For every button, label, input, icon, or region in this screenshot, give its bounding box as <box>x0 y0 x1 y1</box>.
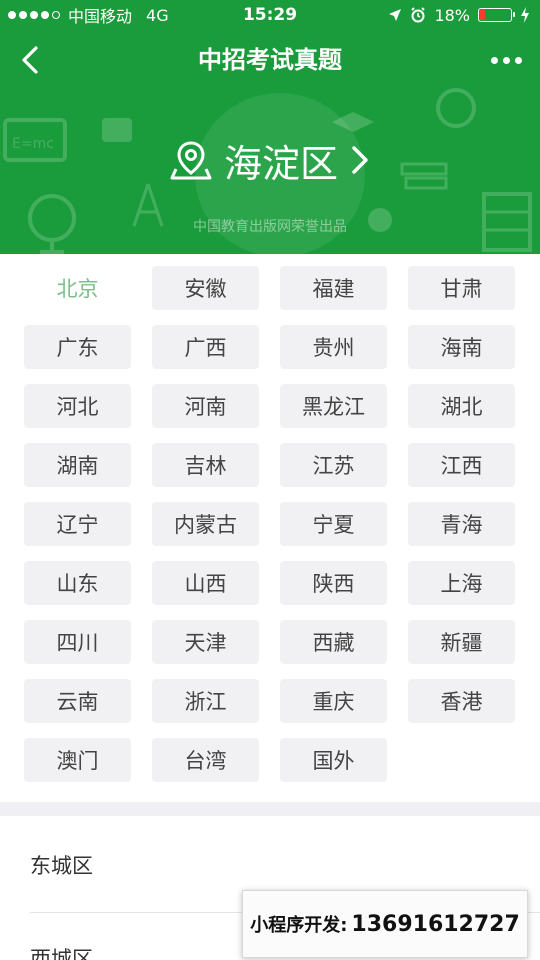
province-chip[interactable]: 河北 <box>24 384 131 428</box>
developer-contact-banner[interactable]: 小程序开发: 13691612727 <box>242 890 528 958</box>
province-chip[interactable]: 山东 <box>24 561 131 605</box>
province-chip[interactable]: 北京 <box>24 266 131 310</box>
province-chip[interactable]: 西藏 <box>280 620 387 664</box>
province-chip[interactable]: 陕西 <box>280 561 387 605</box>
province-chip[interactable]: 云南 <box>24 679 131 723</box>
province-chip[interactable]: 山西 <box>152 561 259 605</box>
province-chip[interactable]: 新疆 <box>408 620 515 664</box>
province-chip[interactable]: 台湾 <box>152 738 259 782</box>
battery-percent: 18% <box>434 5 470 25</box>
district-item[interactable]: 西城区 <box>30 943 93 960</box>
signal-strength-icon <box>8 11 60 19</box>
province-chip[interactable]: 辽宁 <box>24 502 131 546</box>
province-chip[interactable]: 国外 <box>280 738 387 782</box>
developer-phone: 13691612727 <box>351 911 520 937</box>
province-chip[interactable]: 重庆 <box>280 679 387 723</box>
charging-icon <box>521 7 529 23</box>
publisher-credit: 中国教育出版网荣誉出品 <box>193 219 347 235</box>
province-chip[interactable]: 宁夏 <box>280 502 387 546</box>
carrier-name: 中国移动 <box>68 7 133 26</box>
province-chip[interactable]: 安徽 <box>152 266 259 310</box>
region-selector[interactable]: 海淀区 <box>0 130 540 190</box>
status-right: 18% <box>388 0 530 30</box>
alarm-icon <box>411 7 426 23</box>
province-chip[interactable]: 天津 <box>152 620 259 664</box>
network-type: 4G <box>146 5 169 25</box>
more-dots-icon <box>490 56 498 64</box>
developer-label: 小程序开发: <box>250 915 348 936</box>
province-chip[interactable]: 内蒙古 <box>152 502 259 546</box>
province-chip[interactable]: 贵州 <box>280 325 387 369</box>
header-banner: E=mc 中招考试真题 海淀区 中国教育出版网荣誉出品 <box>0 30 540 254</box>
province-chip[interactable]: 黑龙江 <box>280 384 387 428</box>
province-chip[interactable]: 浙江 <box>152 679 259 723</box>
province-chip[interactable]: 湖南 <box>24 443 131 487</box>
province-chip[interactable]: 河南 <box>152 384 259 428</box>
province-chip[interactable]: 甘肃 <box>408 266 515 310</box>
page-title: 中招考试真题 <box>198 46 342 74</box>
province-chip[interactable]: 江苏 <box>280 443 387 487</box>
province-chip[interactable]: 吉林 <box>152 443 259 487</box>
province-chip[interactable]: 海南 <box>408 325 515 369</box>
province-chip[interactable]: 福建 <box>280 266 387 310</box>
province-chip[interactable]: 香港 <box>408 679 515 723</box>
chevron-right-icon <box>352 146 368 174</box>
province-chip[interactable]: 广西 <box>152 325 259 369</box>
map-pin-icon <box>170 141 212 180</box>
navigation-bar: 中招考试真题 <box>0 30 540 90</box>
province-chip[interactable]: 江西 <box>408 443 515 487</box>
province-chip[interactable]: 广东 <box>24 325 131 369</box>
province-chip[interactable]: 青海 <box>408 502 515 546</box>
region-name: 海淀区 <box>223 141 338 186</box>
province-chip[interactable]: 澳门 <box>24 738 131 782</box>
location-arrow-icon <box>389 9 402 21</box>
earth-icon <box>436 88 476 128</box>
status-bar: 中国移动 4G 15:29 18% <box>0 0 540 30</box>
status-left: 中国移动 4G <box>8 0 169 30</box>
province-chip[interactable]: 上海 <box>408 561 515 605</box>
section-divider <box>0 802 540 816</box>
more-options-button[interactable] <box>486 45 526 75</box>
district-item[interactable]: 东城区 <box>30 850 93 880</box>
province-chip[interactable]: 湖北 <box>408 384 515 428</box>
province-chip[interactable]: 四川 <box>24 620 131 664</box>
battery-icon <box>478 8 515 22</box>
back-button[interactable] <box>10 40 50 80</box>
chevron-left-icon <box>22 46 38 74</box>
